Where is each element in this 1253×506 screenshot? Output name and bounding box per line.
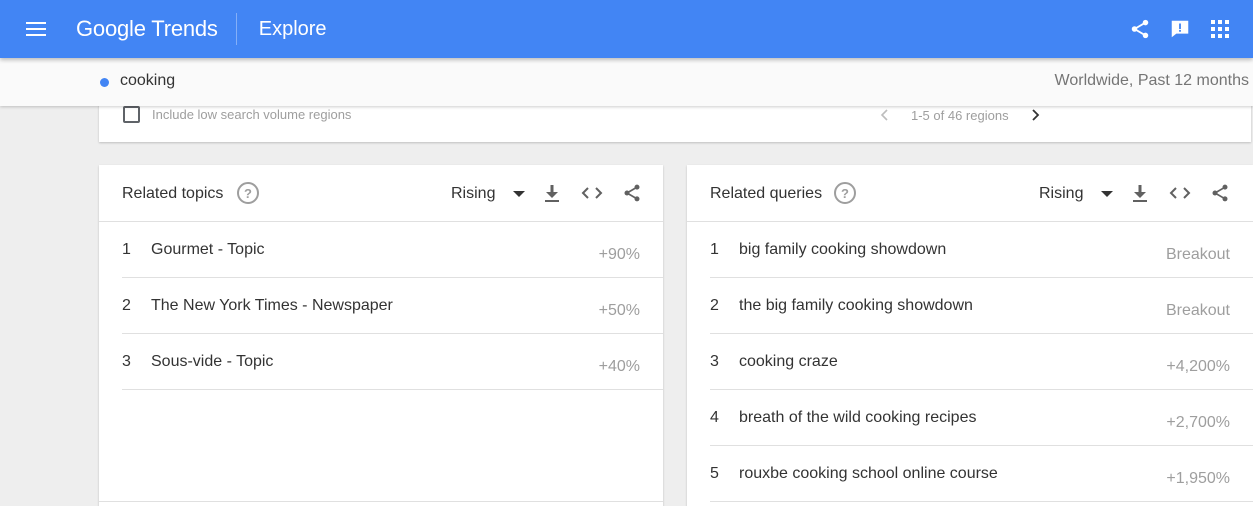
row-value: Breakout xyxy=(1165,246,1230,263)
row-value: +4,200% xyxy=(1166,358,1230,375)
row-label[interactable]: Gourmet - Topic xyxy=(151,241,265,259)
table-row[interactable]: 4 breath of the wild cooking recipes +2,… xyxy=(710,390,1253,446)
card-divider xyxy=(99,501,663,502)
row-value: +40% xyxy=(598,358,640,375)
row-label[interactable]: big family cooking showdown xyxy=(739,241,946,259)
download-icon[interactable] xyxy=(541,182,563,204)
row-value: +90% xyxy=(598,246,640,263)
row-label[interactable]: rouxbe cooking school online course xyxy=(739,465,998,483)
table-row[interactable]: 1 big family cooking showdown Breakout xyxy=(710,222,1253,278)
table-row[interactable]: 3 Sous-vide - Topic +40% xyxy=(122,334,663,390)
search-term-bar: cooking Worldwide, Past 12 months xyxy=(0,58,1253,106)
share-icon[interactable] xyxy=(621,182,643,204)
table-row[interactable]: 1 Gourmet - Topic +90% xyxy=(122,222,663,278)
apps-icon[interactable] xyxy=(1209,18,1231,40)
pager-text: 1-5 of 46 regions xyxy=(911,107,1009,123)
low-volume-checkbox-label: Include low search volume regions xyxy=(152,107,352,122)
rising-dropdown-label: Rising xyxy=(451,185,496,202)
related-queries-card: Related queries ? Rising 1 big family co… xyxy=(687,165,1253,506)
share-icon[interactable] xyxy=(1209,182,1231,204)
term-color-dot xyxy=(100,78,109,87)
low-volume-checkbox[interactable] xyxy=(123,106,140,123)
app-bar: Google Trends Explore xyxy=(0,0,1253,58)
related-topics-header: Related topics ? Rising xyxy=(99,165,663,222)
chevron-left-icon[interactable] xyxy=(875,105,895,125)
feedback-icon[interactable] xyxy=(1169,18,1191,40)
embed-icon[interactable] xyxy=(1169,182,1191,204)
header-actions xyxy=(1129,0,1231,58)
row-value: +50% xyxy=(598,302,640,319)
download-icon[interactable] xyxy=(1129,182,1151,204)
google-trends-logo[interactable]: Google Trends xyxy=(76,16,218,42)
help-icon[interactable]: ? xyxy=(834,182,856,204)
row-rank: 1 xyxy=(122,241,131,258)
row-label[interactable]: the big family cooking showdown xyxy=(739,297,973,315)
menu-icon[interactable] xyxy=(24,17,48,41)
row-rank: 5 xyxy=(710,465,719,482)
search-term[interactable]: cooking xyxy=(120,72,175,90)
row-value: +2,700% xyxy=(1166,414,1230,431)
rising-dropdown[interactable]: Rising xyxy=(1039,185,1114,203)
logo-google-text: Google xyxy=(76,16,146,41)
table-row[interactable]: 3 cooking craze +4,200% xyxy=(710,334,1253,390)
related-queries-title: Related queries xyxy=(710,185,823,202)
row-label[interactable]: cooking craze xyxy=(739,353,838,371)
row-label[interactable]: The New York Times - Newspaper xyxy=(151,297,393,315)
row-value: +1,950% xyxy=(1166,470,1230,487)
regions-pager: 1-5 of 46 regions xyxy=(875,105,1045,125)
rising-dropdown-label: Rising xyxy=(1039,185,1084,202)
dropdown-caret-icon xyxy=(1101,191,1114,197)
row-rank: 2 xyxy=(122,297,131,314)
row-label[interactable]: Sous-vide - Topic xyxy=(151,353,273,371)
table-row[interactable]: 2 the big family cooking showdown Breako… xyxy=(710,278,1253,334)
logo-trends-text: Trends xyxy=(151,16,218,41)
related-topics-title: Related topics xyxy=(122,185,224,202)
row-rank: 3 xyxy=(122,353,131,370)
help-icon[interactable]: ? xyxy=(237,182,259,204)
dropdown-caret-icon xyxy=(513,191,526,197)
search-scope: Worldwide, Past 12 months xyxy=(1054,72,1249,89)
row-value: Breakout xyxy=(1165,302,1230,319)
embed-icon[interactable] xyxy=(581,182,603,204)
header-divider xyxy=(235,13,237,45)
table-row[interactable]: 5 rouxbe cooking school online course +1… xyxy=(710,446,1253,502)
rising-dropdown[interactable]: Rising xyxy=(451,185,526,203)
share-icon[interactable] xyxy=(1129,18,1151,40)
row-rank: 1 xyxy=(710,241,719,258)
row-rank: 4 xyxy=(710,409,719,426)
table-row[interactable]: 2 The New York Times - Newspaper +50% xyxy=(122,278,663,334)
page-title: Explore xyxy=(258,17,327,40)
row-label[interactable]: breath of the wild cooking recipes xyxy=(739,409,976,427)
related-queries-header: Related queries ? Rising xyxy=(687,165,1253,222)
related-topics-card: Related topics ? Rising 1 Gourmet - Topi… xyxy=(99,165,663,506)
row-rank: 2 xyxy=(710,297,719,314)
chevron-right-icon[interactable] xyxy=(1025,105,1045,125)
row-rank: 3 xyxy=(710,353,719,370)
